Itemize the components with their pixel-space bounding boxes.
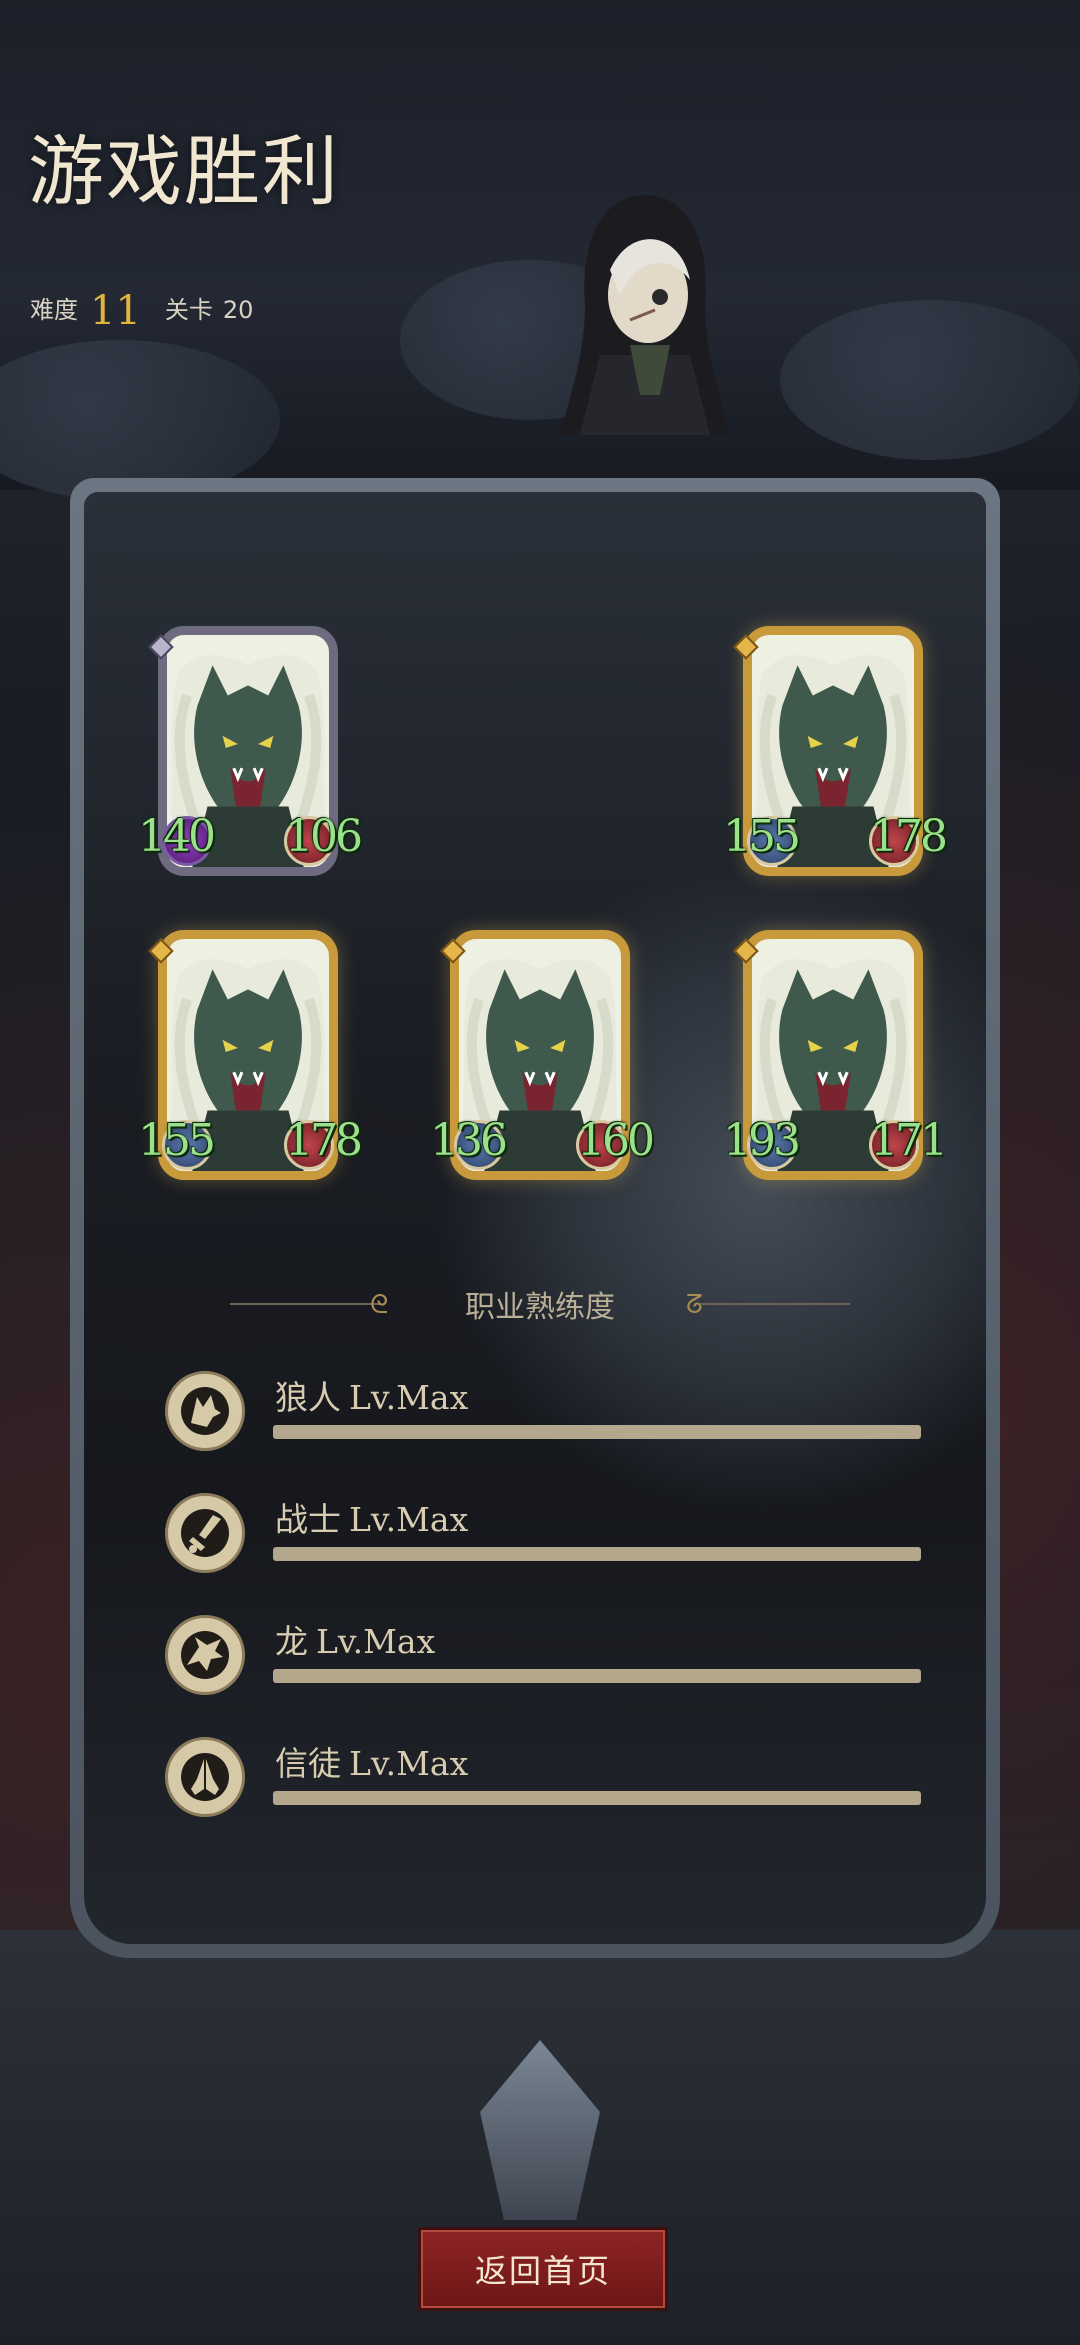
proficiency-bar bbox=[273, 1547, 921, 1561]
proficiency-row: 战士 Lv.Max bbox=[165, 1493, 925, 1583]
level-value: 20 bbox=[222, 296, 254, 324]
creature-card[interactable]: 136 160 bbox=[430, 930, 655, 1180]
attack-value: 155 bbox=[138, 1115, 216, 1166]
page-title: 游戏胜利 bbox=[28, 127, 340, 216]
class-level: Lv.Max bbox=[316, 1622, 436, 1661]
difficulty-label: 难度 bbox=[30, 296, 78, 324]
attack-value: 155 bbox=[723, 811, 801, 862]
difficulty-value: 11 bbox=[90, 288, 141, 334]
proficiency-bar-fill bbox=[273, 1791, 921, 1805]
sword-icon bbox=[165, 1493, 245, 1573]
victory-banner bbox=[0, 0, 1080, 500]
proficiency-label: 龙 Lv.Max bbox=[275, 1615, 435, 1663]
divider-right bbox=[700, 1303, 850, 1305]
proficiency-bar bbox=[273, 1669, 921, 1683]
attack-value: 193 bbox=[723, 1115, 801, 1166]
health-value: 160 bbox=[577, 1115, 655, 1166]
proficiency-row: 狼人 Lv.Max bbox=[165, 1371, 925, 1461]
run-info: 难度 11 关卡 20 bbox=[30, 282, 254, 334]
proficiency-bar bbox=[273, 1791, 921, 1805]
health-value: 178 bbox=[870, 811, 948, 862]
return-home-button[interactable]: 返回首页 bbox=[418, 2227, 668, 2311]
proficiency-bar-fill bbox=[273, 1547, 921, 1561]
proficiency-label: 狼人 Lv.Max bbox=[275, 1371, 468, 1419]
creature-card[interactable]: 155 178 bbox=[723, 626, 948, 876]
proficiency-bar bbox=[273, 1425, 921, 1439]
class-level: Lv.Max bbox=[349, 1378, 469, 1417]
creature-card[interactable]: 193 171 bbox=[723, 930, 948, 1180]
attack-value: 136 bbox=[430, 1115, 508, 1166]
proficiency-row: 信徒 Lv.Max bbox=[165, 1737, 925, 1827]
class-name: 信徒 bbox=[275, 1744, 341, 1783]
proficiency-bar-fill bbox=[273, 1425, 921, 1439]
class-name: 狼人 bbox=[275, 1378, 341, 1417]
dragon-icon bbox=[165, 1615, 245, 1695]
health-value: 178 bbox=[285, 1115, 363, 1166]
health-value: 106 bbox=[285, 811, 363, 862]
class-name: 战士 bbox=[275, 1500, 341, 1539]
creature-card[interactable]: 155 178 bbox=[138, 930, 363, 1180]
proficiency-row: 龙 Lv.Max bbox=[165, 1615, 925, 1705]
attack-value: 140 bbox=[138, 811, 216, 862]
proficiency-label: 战士 Lv.Max bbox=[275, 1493, 468, 1541]
proficiency-title: 职业熟练度 bbox=[465, 1290, 615, 1325]
class-level: Lv.Max bbox=[349, 1500, 469, 1539]
health-value: 171 bbox=[870, 1115, 948, 1166]
wolf-icon bbox=[165, 1371, 245, 1451]
hooded-character-portrait bbox=[560, 185, 730, 435]
swirl-ornament-icon: ᘔ bbox=[686, 1290, 703, 1320]
class-name: 龙 bbox=[275, 1622, 308, 1661]
creature-card[interactable]: 140 106 bbox=[138, 626, 363, 876]
class-level: Lv.Max bbox=[349, 1744, 469, 1783]
proficiency-bar-fill bbox=[273, 1669, 921, 1683]
level-label: 关卡 bbox=[164, 296, 213, 324]
praying-hands-icon bbox=[165, 1737, 245, 1817]
proficiency-label: 信徒 Lv.Max bbox=[275, 1737, 468, 1785]
